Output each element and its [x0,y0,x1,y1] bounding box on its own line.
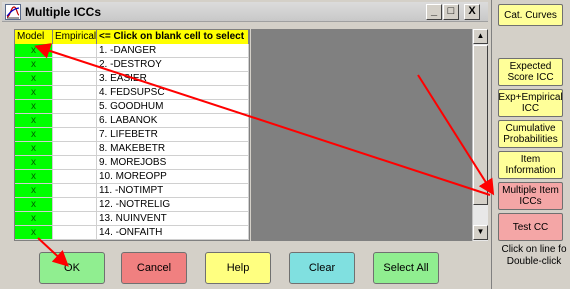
grid-header: Model Empirical <= Click on blank cell t… [15,30,249,44]
table-row[interactable]: x 11. -NOTIMPT [15,184,249,198]
empirical-cell[interactable] [53,128,97,141]
test-cc-button[interactable]: Test CC [498,213,563,241]
model-cell[interactable]: x [15,198,53,211]
dialog-title: Multiple ICCs [25,5,102,19]
grid-body: x 1. -DANGER x 2. -DESTROY x 3. EASIER x 4. FED… [15,44,249,241]
table-row[interactable]: x 12. -NOTRELIG [15,198,249,212]
item-label-cell: 2. -DESTROY [97,58,249,71]
empirical-cell[interactable] [53,240,97,241]
item-label-cell: 12. -NOTRELIG [97,198,249,211]
empirical-cell[interactable] [53,142,97,155]
title-bar: Multiple ICCs _ □ X [2,2,488,22]
table-row[interactable]: x 5. GOODHUM [15,100,249,114]
model-cell[interactable]: x [15,44,53,57]
sidebar-note: Click on line fo Double-click [498,244,570,268]
exp-empirical-icc-button[interactable]: Exp+Empirical ICC [498,89,563,117]
close-button[interactable]: X [464,4,480,20]
cumulative-probabilities-button[interactable]: Cumulative Probabilities [498,120,563,148]
header-empirical: Empirical [53,30,97,44]
table-row[interactable]: x 8. MAKEBETR [15,142,249,156]
empirical-cell[interactable] [53,114,97,127]
item-label-cell: 13. NUINVENT [97,212,249,225]
model-cell[interactable]: x [15,212,53,225]
multiple-iccs-dialog: Multiple ICCs _ □ X Model Empirical <= C… [0,0,492,289]
item-grid: Model Empirical <= Click on blank cell t… [14,29,250,241]
multiple-item-iccs-button[interactable]: Multiple Item ICCs [498,182,563,210]
item-label-cell: 6. LABANOK [97,114,249,127]
table-row[interactable]: x 15. PAIN2DOG [15,240,249,241]
table-row[interactable]: x 6. LABANOK [15,114,249,128]
arrow-down-icon[interactable]: ▼ [473,225,488,240]
item-label-cell: 8. MAKEBETR [97,142,249,155]
model-cell[interactable]: x [15,156,53,169]
empirical-cell[interactable] [53,198,97,211]
model-cell[interactable]: x [15,100,53,113]
item-label-cell: 11. -NOTIMPT [97,184,249,197]
empirical-cell[interactable] [53,212,97,225]
header-instruction: <= Click on blank cell to select [97,30,249,44]
model-cell[interactable]: x [15,226,53,239]
ok-button[interactable]: OK [39,252,105,284]
model-cell[interactable]: x [15,114,53,127]
sidebar-note-line2: Double-click [506,256,562,267]
cancel-button[interactable]: Cancel [121,252,187,284]
vertical-scrollbar[interactable]: ▲ ▼ [472,29,488,241]
model-cell[interactable]: x [15,240,53,241]
item-label-cell: 3. EASIER [97,72,249,85]
model-cell[interactable]: x [15,170,53,183]
help-button[interactable]: Help [205,252,271,284]
empirical-cell[interactable] [53,44,97,57]
table-row[interactable]: x 7. LIFEBETR [15,128,249,142]
table-row[interactable]: x 13. NUINVENT [15,212,249,226]
plot-sidebar: Cat. Curves Expected Score ICC Exp+Empir… [493,0,570,289]
chart-icon [5,4,21,20]
empirical-cell[interactable] [53,58,97,71]
table-row[interactable]: x 4. FEDSUPSC [15,86,249,100]
table-row[interactable]: x 10. MOREOPP [15,170,249,184]
select-all-button[interactable]: Select All [373,252,439,284]
clear-button[interactable]: Clear [289,252,355,284]
sidebar-note-line1: Click on line fo [501,244,567,255]
minimize-button[interactable]: _ [426,4,442,20]
item-label-cell: 1. -DANGER [97,44,249,57]
model-cell[interactable]: x [15,128,53,141]
item-label-cell: 4. FEDSUPSC [97,86,249,99]
model-cell[interactable]: x [15,58,53,71]
model-cell[interactable]: x [15,142,53,155]
empirical-cell[interactable] [53,156,97,169]
model-cell[interactable]: x [15,184,53,197]
empirical-cell[interactable] [53,184,97,197]
table-row[interactable]: x 2. -DESTROY [15,58,249,72]
scrollbar-thumb[interactable] [473,45,488,205]
item-label-cell: 5. GOODHUM [97,100,249,113]
model-cell[interactable]: x [15,86,53,99]
item-label-cell: 14. -ONFAITH [97,226,249,239]
item-label-cell: 9. MOREJOBS [97,156,249,169]
model-cell[interactable]: x [15,72,53,85]
table-row[interactable]: x 1. -DANGER [15,44,249,58]
arrow-up-icon[interactable]: ▲ [473,29,488,44]
cat-curves-button[interactable]: Cat. Curves [498,4,563,26]
table-row[interactable]: x 14. -ONFAITH [15,226,249,240]
item-label-cell: 10. MOREOPP [97,170,249,183]
empirical-cell[interactable] [53,86,97,99]
empirical-cell[interactable] [53,226,97,239]
empirical-cell[interactable] [53,170,97,183]
empirical-cell[interactable] [53,100,97,113]
item-label-cell: 7. LIFEBETR [97,128,249,141]
maximize-button[interactable]: □ [443,4,459,20]
item-label-cell: 15. PAIN2DOG [97,240,249,241]
table-row[interactable]: x 3. EASIER [15,72,249,86]
table-row[interactable]: x 9. MOREJOBS [15,156,249,170]
empirical-cell[interactable] [53,72,97,85]
header-model: Model [15,30,53,44]
expected-score-icc-button[interactable]: Expected Score ICC [498,58,563,86]
item-information-button[interactable]: Item Information [498,151,563,179]
empty-grid-area [251,29,472,241]
